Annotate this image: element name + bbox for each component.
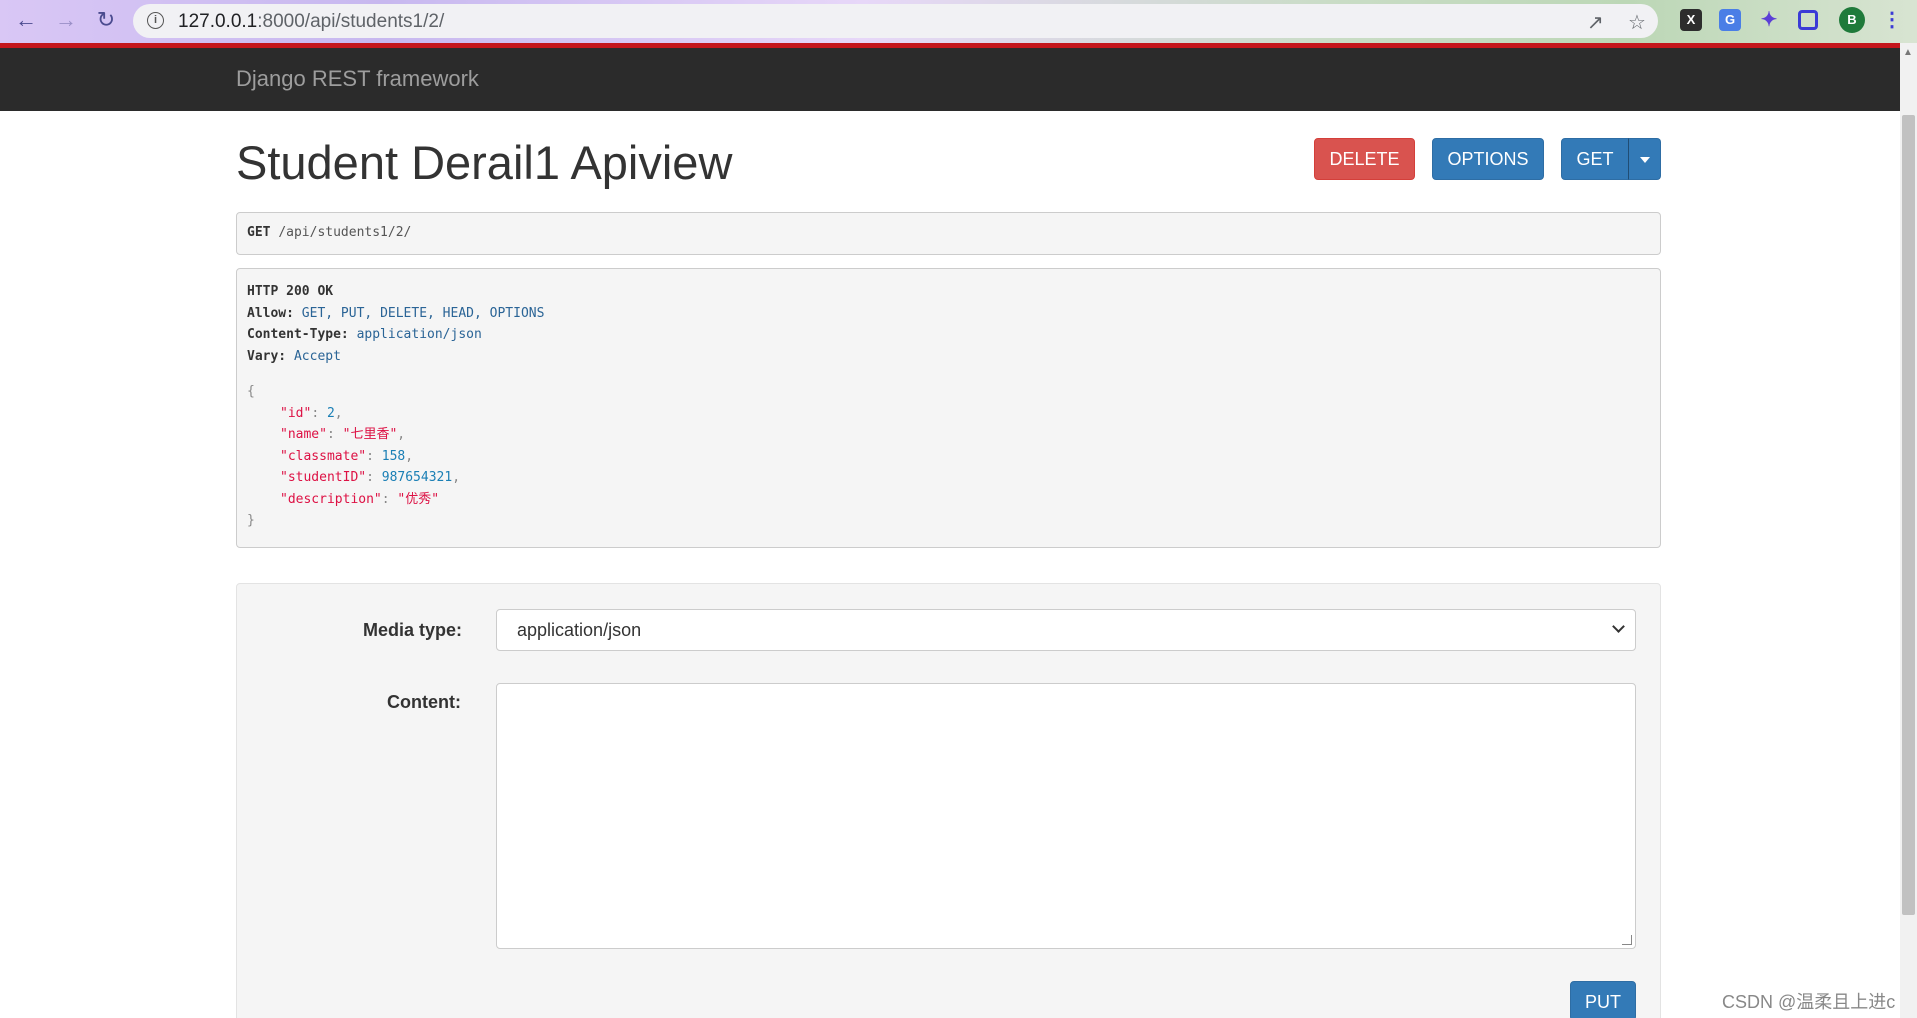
json-value: "七里香" [342, 427, 398, 442]
share-icon[interactable]: ↗ [1587, 10, 1604, 35]
response-status: HTTP 200 OK [247, 284, 334, 299]
forward-icon[interactable]: → [52, 6, 80, 34]
header-content-type: Content-Type: application/json [247, 324, 1650, 346]
request-path: /api/students1/2/ [278, 225, 412, 240]
json-value: 987654321 [381, 470, 453, 485]
header-value: application/json [356, 327, 482, 342]
json-open-brace: { [247, 384, 255, 399]
side-panel-icon[interactable] [1798, 10, 1818, 30]
reload-icon[interactable]: ↻ [92, 6, 120, 34]
delete-button[interactable]: DELETE [1314, 138, 1415, 180]
resize-grip-inner-icon [1627, 940, 1632, 945]
header-name: Content-Type: [247, 327, 349, 342]
put-button[interactable]: PUT [1570, 981, 1636, 1018]
navbar: Django REST framework [0, 48, 1900, 111]
address-bar[interactable]: i 127.0.0.1:8000/api/students1/2/ ↗ ☆ [133, 4, 1658, 38]
json-close-brace: } [247, 513, 255, 528]
header-allow: Allow: GET, PUT, DELETE, HEAD, OPTIONS [247, 303, 1650, 325]
media-type-value: application/json [517, 620, 642, 640]
media-type-label: Media type: [363, 620, 463, 640]
json-value: 2 [326, 405, 335, 421]
json-key: "name" [280, 427, 327, 442]
extensions-puzzle-icon[interactable]: ✦ [1758, 9, 1780, 31]
back-icon[interactable]: ← [12, 6, 40, 34]
url-text[interactable]: 127.0.0.1:8000/api/students1/2/ [178, 11, 444, 33]
get-format-dropdown-toggle[interactable] [1628, 138, 1661, 180]
extension-x-icon[interactable]: X [1680, 9, 1702, 31]
header-name: Allow: [247, 305, 294, 321]
request-info: GET /api/students1/2/ [236, 212, 1661, 255]
json-key: "id" [280, 405, 312, 421]
chevron-down-icon [1612, 620, 1625, 633]
json-value: "优秀" [397, 491, 440, 507]
json-key: "description" [280, 491, 382, 507]
caret-down-icon [1639, 157, 1650, 164]
browser-toolbar: ← → ↻ i 127.0.0.1:8000/api/students1/2/ … [0, 0, 1917, 43]
response-info: HTTP 200 OK Allow: GET, PUT, DELETE, HEA… [236, 268, 1661, 548]
menu-kebab-icon[interactable]: ⋮ [1881, 9, 1903, 31]
brand-link[interactable]: Django REST framework [236, 66, 479, 92]
content-label: Content: [387, 692, 461, 712]
header-name: Vary: [247, 348, 287, 364]
profile-avatar[interactable]: B [1839, 7, 1865, 33]
watermark: CSDN @温柔且上进c [1722, 992, 1896, 1012]
json-field-studentid: "studentID": 987654321, [280, 470, 461, 485]
json-field-classmate: "classmate": 158, [280, 448, 414, 464]
content-textarea[interactable] [496, 683, 1636, 949]
page-title: Student Derail1 Apiview [236, 136, 733, 189]
options-button[interactable]: OPTIONS [1432, 138, 1544, 180]
json-key: "studentID" [280, 470, 367, 485]
header-value: Accept [293, 348, 341, 364]
url-host: 127.0.0.1 [178, 11, 258, 32]
json-field-id: "id": 2, [280, 405, 343, 421]
bookmark-star-icon[interactable]: ☆ [1628, 10, 1646, 35]
request-method: GET [247, 225, 271, 240]
json-field-description: "description": "优秀" [280, 491, 440, 507]
url-rest: :8000/api/students1/2/ [257, 11, 445, 32]
scrollbar-thumb[interactable] [1902, 115, 1915, 915]
site-info-icon[interactable]: i [147, 12, 164, 29]
header-vary: Vary: Accept [247, 346, 1650, 368]
json-field-name: "name": "七里香", [280, 427, 406, 442]
scroll-up-arrow-icon[interactable]: ▲ [1903, 47, 1913, 58]
translate-icon[interactable]: G [1719, 9, 1741, 31]
get-button[interactable]: GET [1561, 138, 1629, 180]
header-value: GET, PUT, DELETE, HEAD, OPTIONS [301, 305, 545, 321]
json-key: "classmate" [280, 448, 367, 464]
media-type-select[interactable]: application/json [496, 609, 1636, 651]
json-value: 158 [381, 448, 406, 464]
